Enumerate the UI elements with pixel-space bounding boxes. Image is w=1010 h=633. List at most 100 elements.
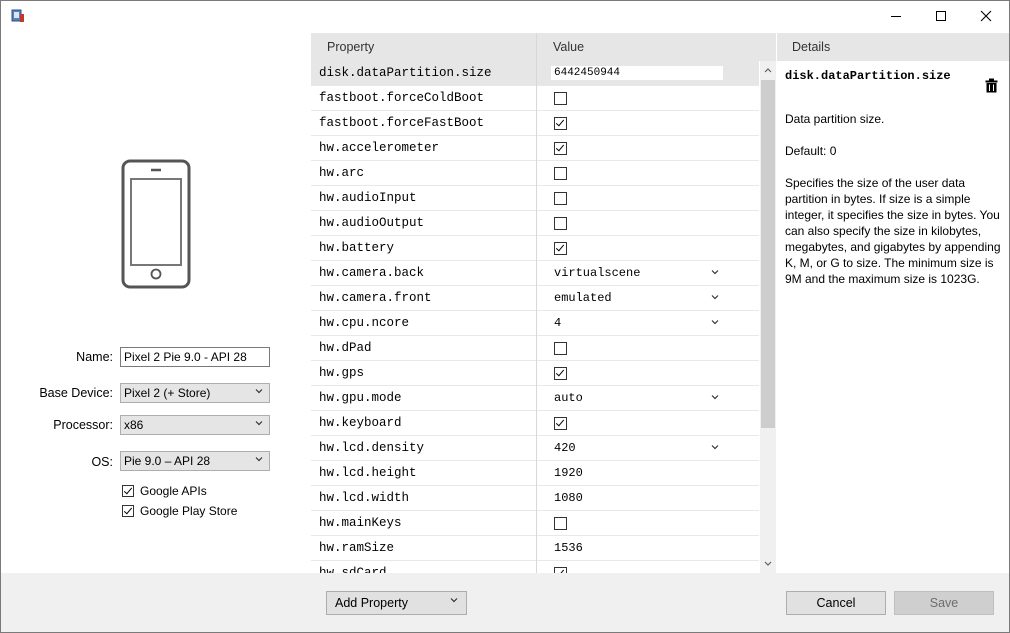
close-icon	[980, 10, 992, 22]
minimize-button[interactable]	[873, 1, 919, 31]
scroll-thumb[interactable]	[761, 80, 775, 428]
google-play-checkbox[interactable]	[122, 505, 134, 517]
property-name: fastboot.forceColdBoot	[319, 91, 485, 105]
property-name: hw.mainKeys	[319, 516, 402, 530]
property-checkbox[interactable]	[554, 417, 567, 430]
property-name: hw.lcd.density	[319, 441, 425, 455]
google-apis-checkbox-row[interactable]: Google APIs	[122, 484, 207, 498]
property-row[interactable]: hw.audioInput	[311, 186, 759, 211]
property-row[interactable]: hw.gpu.mode auto	[311, 386, 759, 411]
property-name: hw.arc	[319, 166, 365, 180]
value-header-label: Value	[553, 40, 585, 54]
property-row[interactable]: hw.audioOutput	[311, 211, 759, 236]
property-checkbox[interactable]	[554, 367, 567, 380]
property-checkbox[interactable]	[554, 142, 567, 155]
property-row[interactable]: hw.camera.front emulated	[311, 286, 759, 311]
property-name: hw.ramSize	[319, 541, 395, 555]
property-value-select[interactable]: virtualscene	[554, 266, 640, 280]
property-value-input[interactable]: 6442450944	[551, 66, 723, 80]
property-row[interactable]: hw.cpu.ncore 4	[311, 311, 759, 336]
chevron-down-icon[interactable]	[711, 393, 719, 401]
base-device-select[interactable]: Pixel 2 (+ Store)	[120, 383, 270, 403]
property-checkbox[interactable]	[554, 192, 567, 205]
property-row[interactable]: hw.camera.back virtualscene	[311, 261, 759, 286]
property-checkbox[interactable]	[554, 117, 567, 130]
property-row[interactable]: fastboot.forceColdBoot	[311, 86, 759, 111]
property-value[interactable]: 1920	[554, 466, 583, 480]
property-row[interactable]: hw.keyboard	[311, 411, 759, 436]
property-row[interactable]: hw.sdCard	[311, 561, 759, 573]
property-row[interactable]: hw.lcd.height 1920	[311, 461, 759, 486]
google-apis-checkbox[interactable]	[122, 485, 134, 497]
details-header: Details	[777, 33, 1009, 61]
save-button[interactable]: Save	[894, 591, 994, 615]
processor-select[interactable]: x86	[120, 415, 270, 435]
chevron-down-icon[interactable]	[711, 318, 719, 326]
property-checkbox[interactable]	[554, 517, 567, 530]
property-name: hw.audioOutput	[319, 216, 425, 230]
property-value-select[interactable]: emulated	[554, 291, 612, 305]
property-value-select[interactable]: 420	[554, 441, 576, 455]
maximize-button[interactable]	[918, 1, 964, 31]
property-row[interactable]: fastboot.forceFastBoot	[311, 111, 759, 136]
google-play-checkbox-row[interactable]: Google Play Store	[122, 504, 237, 518]
name-input[interactable]: Pixel 2 Pie 9.0 - API 28	[120, 347, 270, 367]
property-row[interactable]: hw.gps	[311, 361, 759, 386]
property-checkbox[interactable]	[554, 217, 567, 230]
maximize-icon	[936, 11, 946, 21]
property-name: hw.lcd.width	[319, 491, 410, 505]
property-row[interactable]: hw.lcd.width 1080	[311, 486, 759, 511]
os-select[interactable]: Pie 9.0 – API 28	[120, 451, 270, 471]
chevron-down-icon[interactable]	[711, 443, 719, 451]
add-property-button[interactable]: Add Property	[326, 591, 467, 615]
property-value-select[interactable]: 4	[554, 316, 561, 330]
property-name: hw.accelerometer	[319, 141, 440, 155]
property-column-header[interactable]: Property	[311, 33, 536, 61]
property-row[interactable]: hw.accelerometer	[311, 136, 759, 161]
property-name: hw.camera.back	[319, 266, 425, 280]
property-checkbox[interactable]	[554, 92, 567, 105]
property-row[interactable]: disk.dataPartition.size 6442450944	[311, 61, 759, 86]
property-name: hw.keyboard	[319, 416, 402, 430]
base-device-value: Pixel 2 (+ Store)	[124, 386, 211, 400]
scroll-down-icon[interactable]	[760, 559, 776, 569]
chevron-down-icon[interactable]	[711, 268, 719, 276]
google-play-label: Google Play Store	[140, 504, 238, 518]
close-button[interactable]	[963, 1, 1009, 31]
property-value[interactable]: 1080	[554, 491, 583, 505]
property-row[interactable]: hw.ramSize 1536	[311, 536, 759, 561]
chevron-down-icon[interactable]	[711, 293, 719, 301]
chevron-down-icon	[255, 421, 263, 426]
property-header-label: Property	[327, 40, 375, 54]
property-row[interactable]: hw.mainKeys	[311, 511, 759, 536]
property-value[interactable]: 1536	[554, 541, 583, 555]
property-name: hw.camera.front	[319, 291, 432, 305]
property-row[interactable]: hw.dPad	[311, 336, 759, 361]
details-title: disk.dataPartition.size	[785, 69, 951, 83]
chevron-down-icon	[255, 457, 263, 462]
cancel-button[interactable]: Cancel	[786, 591, 886, 615]
property-name: hw.lcd.height	[319, 466, 417, 480]
trash-icon[interactable]	[985, 78, 998, 93]
minimize-icon	[891, 16, 901, 17]
create-device-window: Name: Pixel 2 Pie 9.0 - API 28 Base Devi…	[0, 0, 1010, 633]
property-name: hw.audioInput	[319, 191, 417, 205]
property-checkbox[interactable]	[554, 242, 567, 255]
column-divider	[536, 33, 537, 573]
property-checkbox[interactable]	[554, 342, 567, 355]
details-summary: Data partition size.	[785, 112, 885, 126]
property-checkbox[interactable]	[554, 167, 567, 180]
property-row[interactable]: hw.lcd.density 420	[311, 436, 759, 461]
property-name: hw.cpu.ncore	[319, 316, 410, 330]
title-bar	[1, 1, 1009, 33]
scroll-up-icon[interactable]	[760, 65, 776, 75]
property-row[interactable]: hw.arc	[311, 161, 759, 186]
value-column-header[interactable]: Value	[537, 33, 776, 61]
details-header-label: Details	[792, 40, 831, 54]
property-value-select[interactable]: auto	[554, 391, 583, 405]
property-name: hw.battery	[319, 241, 395, 255]
property-row[interactable]: hw.battery	[311, 236, 759, 261]
property-name: hw.gpu.mode	[319, 391, 402, 405]
base-device-label: Base Device:	[39, 386, 113, 400]
grid-scrollbar[interactable]	[760, 61, 776, 573]
